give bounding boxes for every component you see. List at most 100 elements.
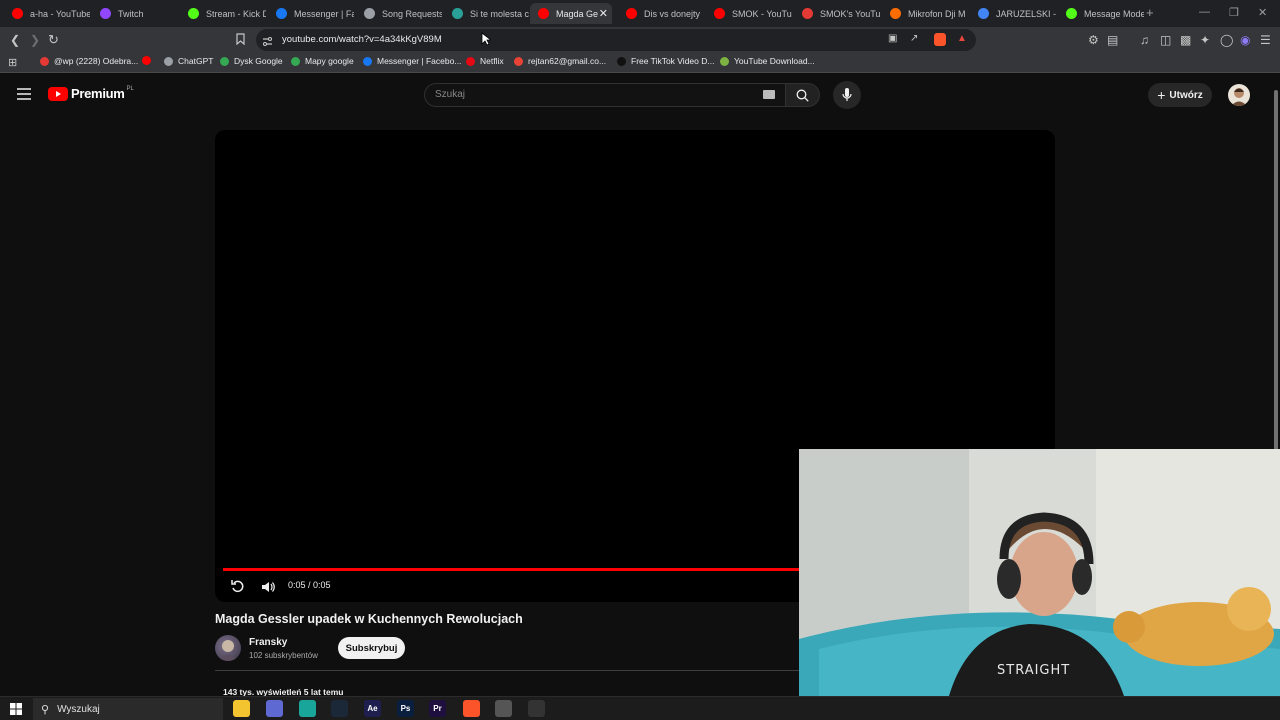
restore-icon[interactable]: ❐ [1229,6,1239,19]
bookmark-favicon-icon [720,56,729,66]
apps-grid-icon[interactable]: ⊞ [8,56,17,69]
premiere-icon[interactable]: Pr [429,700,446,717]
browser-icon[interactable] [266,700,283,717]
bookmark-label: Free TikTok Video D... [631,56,715,66]
brave-shields-icon[interactable] [934,33,946,46]
browser-tab[interactable]: JARUZELSKI - S [970,3,1056,24]
create-label: Utwórz [1169,89,1203,101]
tab-manager-icon[interactable]: ▩ [1180,33,1191,47]
bookmark-item[interactable] [142,56,156,65]
browser-tab[interactable]: Stream - Kick D [180,3,266,24]
premium-text: Premium [71,86,125,101]
wallet-icon[interactable]: ▤ [1107,33,1118,47]
browser-tab[interactable]: Dis vs donejty [618,3,704,24]
sidebar-icon[interactable]: ◫ [1160,33,1171,47]
voice-search-button[interactable] [833,81,861,109]
cast-icon[interactable]: ▣ [888,33,897,44]
minimize-icon[interactable]: — [1199,6,1210,18]
windows-start-icon[interactable] [10,702,22,720]
bookmark-label: Mapy google [305,56,354,66]
browser-tab[interactable]: SMOK's YouTu [794,3,880,24]
forward-icon[interactable]: ❯ [30,33,40,47]
tab-title: SMOK - YouTu [732,8,792,19]
vpn-shield-icon[interactable]: ◯ [1220,33,1233,47]
bookmark-favicon-icon [220,56,229,66]
tab-title: Twitch [118,8,144,19]
scrollbar-thumb[interactable] [1274,90,1278,450]
search-icon: ⚲ [41,703,50,716]
bookmark-item[interactable]: Dysk Google [220,56,283,66]
close-window-icon[interactable]: ✕ [1258,6,1267,19]
tab-title: Stream - Kick D [206,8,266,19]
search-button[interactable] [786,83,820,107]
channel-avatar[interactable] [215,635,241,661]
kick-icon [1066,8,1077,19]
guide-menu-icon[interactable] [17,87,31,105]
bookmark-item[interactable]: Messenger | Facebo... [363,56,461,66]
bookmark-item[interactable]: @wp (2228) Odebra... [40,56,138,66]
back-icon[interactable]: ❮ [10,33,20,47]
menu-icon[interactable]: ☰ [1260,33,1271,47]
bookmark-item[interactable]: rejtan62@gmail.co... [514,56,606,66]
steam-icon[interactable] [331,700,348,717]
close-tab-icon[interactable]: ✕ [599,7,608,20]
after-effects-icon[interactable]: Ae [364,700,381,717]
browser-tab[interactable]: a-ha - YouTube [4,3,90,24]
bookmark-favicon-icon [363,56,372,66]
browser-tab[interactable]: Messenger | Fa [268,3,354,24]
kick-icon [188,8,199,19]
brave-icon[interactable] [463,700,480,717]
time-display: 0:05 / 0:05 [288,580,331,590]
taskbar-search[interactable]: ⚲ Wyszukaj [33,698,223,720]
browser-tab-strip: a-ha - YouTube Twitch Stream - Kick D Messe… [0,0,1280,27]
divider [215,670,815,671]
browser-tab[interactable]: Mikrofon Dji M [882,3,968,24]
share-icon[interactable]: ↗ [910,33,918,44]
bookmark-item[interactable]: YouTube Download... [720,56,815,66]
extensions-icon[interactable]: ⚙ [1088,33,1099,47]
bookmark-item[interactable]: Free TikTok Video D... [617,56,714,66]
browser-tab[interactable]: SMOK - YouTu [706,3,792,24]
bookmark-item[interactable]: Mapy google [291,56,354,66]
file-explorer-icon[interactable] [233,700,250,717]
webcam-overlay: STRAIGHT [799,449,1280,696]
bookmark-icon[interactable] [236,33,245,48]
search-input[interactable]: Szukaj [424,83,786,107]
bookmark-item[interactable]: ChatGPT [164,56,213,66]
song-requests-icon [364,8,375,19]
tab-title: SMOK's YouTu [820,8,880,19]
browser-tab[interactable]: Twitch [92,3,178,24]
subscribe-button[interactable]: Subskrybuj [338,637,405,659]
bookmark-item[interactable]: Netflix [466,56,504,66]
reload-icon[interactable]: ↻ [48,33,59,47]
youtube-premium-logo[interactable]: Premium PL [48,86,134,101]
replay-icon[interactable] [231,579,245,598]
browser-tab[interactable]: Si te molesta c [444,3,530,24]
tool-icon[interactable] [495,700,512,717]
music-icon[interactable]: ♫ [1140,33,1149,47]
browser-tab[interactable]: Magda Ge ✕ [530,3,612,24]
leo-ai-icon[interactable]: ✦ [1200,33,1210,47]
browser-tab[interactable]: Song Requests [356,3,442,24]
browser-tab[interactable]: Message Mode [1058,3,1144,24]
tab-title: JARUZELSKI - S [996,8,1056,19]
keyboard-icon[interactable] [763,90,775,99]
url-text: youtube.com/watch?v=4a34kKgV89M [282,34,442,45]
obs-icon[interactable] [528,700,545,717]
site-settings-icon[interactable] [262,34,273,52]
bookmark-favicon-icon [142,56,151,65]
tab-title: Mikrofon Dji M [908,8,966,19]
avatar[interactable] [1228,84,1250,106]
photoshop-icon[interactable]: Ps [397,700,414,717]
tab-title: Dis vs donejty [644,8,701,19]
create-button[interactable]: + Utwórz [1148,83,1212,107]
channel-name[interactable]: Fransky [249,637,287,648]
app-icon[interactable] [299,700,316,717]
bookmark-favicon-icon [164,56,173,66]
shop-icon [890,8,901,19]
brave-rewards-icon[interactable]: ▲ [957,33,967,44]
volume-icon[interactable] [261,580,275,598]
address-bar[interactable]: youtube.com/watch?v=4a34kKgV89M ▣ ↗ ▲ [256,29,976,51]
proton-icon[interactable]: ◉ [1240,33,1250,47]
new-tab-icon[interactable]: + [1146,5,1154,20]
